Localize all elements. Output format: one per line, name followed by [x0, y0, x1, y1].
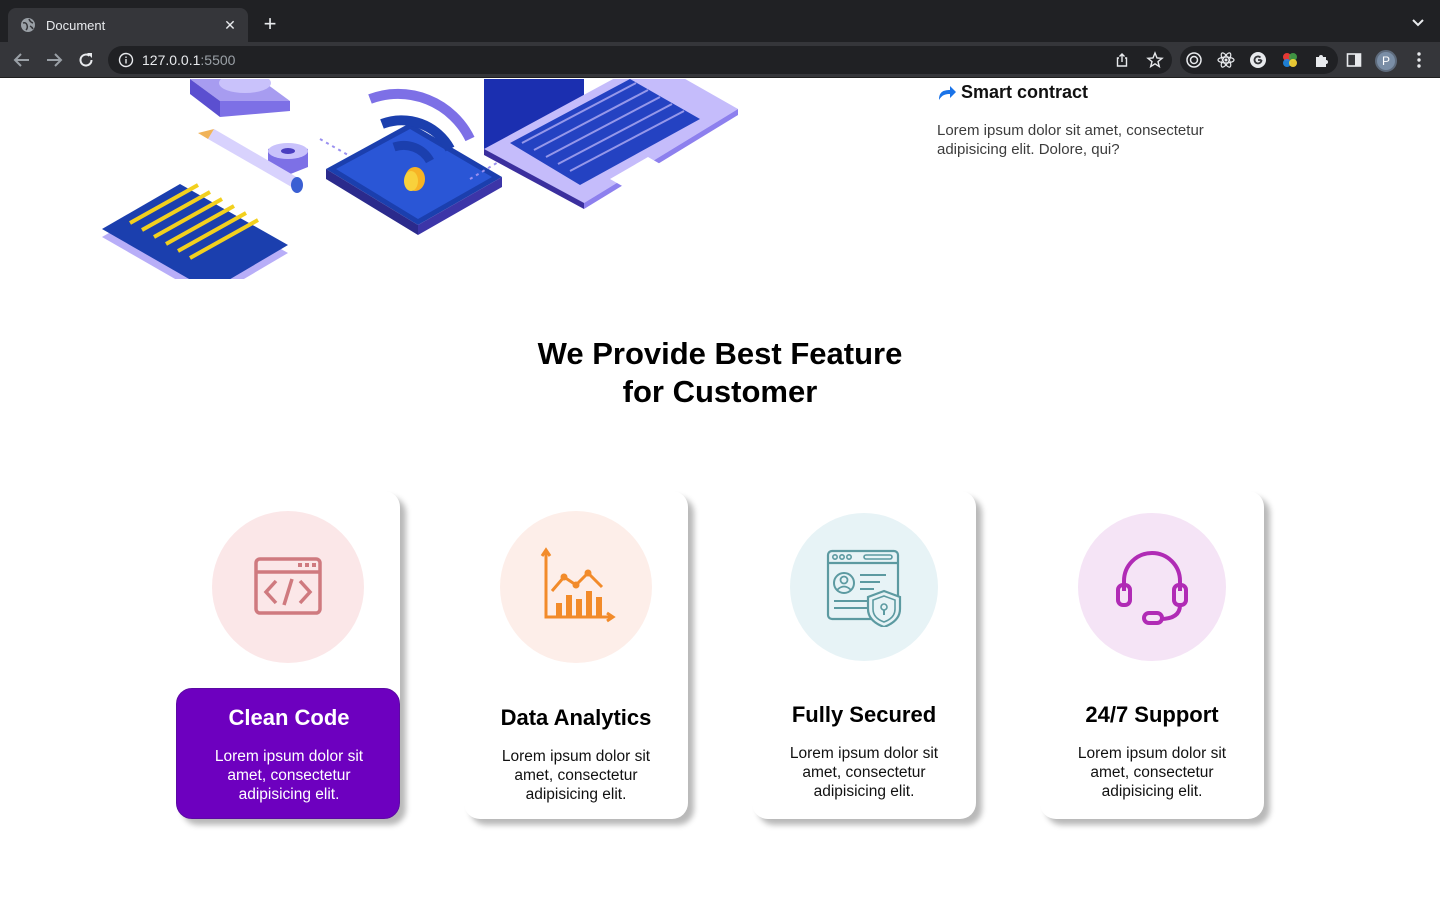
icon-circle [212, 511, 364, 663]
chevron-down-icon[interactable] [1410, 14, 1426, 30]
url-host: 127.0.0.1 [142, 52, 201, 68]
feature-card-data-analytics[interactable]: Data Analytics Lorem ipsum dolor sit ame… [464, 491, 688, 819]
url-port: :5500 [200, 52, 236, 68]
card-text: Clean Code Lorem ipsum dolor sit amet, c… [177, 705, 401, 804]
tech-workspace-illustration [102, 79, 738, 279]
more-menu-icon[interactable] [1410, 50, 1428, 70]
card-description: Lorem ipsum dolor sit amet, consectetur … [789, 745, 939, 800]
reload-icon[interactable] [76, 50, 96, 70]
browser-tab[interactable]: Document ✕ [8, 8, 248, 42]
feature-title: Smart contract [961, 82, 1089, 102]
bookmark-star-icon[interactable] [1146, 51, 1164, 69]
puzzle-extensions-icon[interactable] [1313, 51, 1331, 69]
react-devtools-icon[interactable] [1217, 51, 1235, 69]
profile-avatar[interactable]: P [1375, 50, 1397, 72]
card-text: 24/7 Support Lorem ipsum dolor sit amet,… [1040, 702, 1264, 801]
icon-circle [1078, 513, 1226, 661]
card-title: Fully Secured [791, 702, 937, 727]
analytics-chart-icon [540, 547, 616, 623]
card-title: Clean Code [228, 705, 350, 730]
feature-card-fully-secured[interactable]: Fully Secured Lorem ipsum dolor sit amet… [752, 491, 976, 819]
color-picker-icon[interactable] [1281, 51, 1299, 69]
smart-contract-feature: Smart contract Lorem ipsum dolor sit ame… [937, 82, 1257, 159]
section-title-line-1: We Provide Best Feature [537, 336, 903, 371]
card-text: Fully Secured Lorem ipsum dolor sit amet… [752, 702, 976, 801]
feature-heading: Smart contract [937, 82, 1257, 103]
card-text: Data Analytics Lorem ipsum dolor sit ame… [464, 705, 688, 804]
active-card-panel: Clean Code Lorem ipsum dolor sit amet, c… [176, 688, 400, 819]
tab-title: Document [46, 17, 106, 33]
forward-arrow-icon[interactable] [44, 50, 64, 70]
card-description: Lorem ipsum dolor sit amet, consectetur … [214, 748, 364, 803]
url-text: 127.0.0.1:5500 [142, 52, 235, 68]
feature-card-clean-code[interactable]: Clean Code Lorem ipsum dolor sit amet, c… [176, 491, 400, 819]
back-arrow-icon[interactable] [12, 50, 32, 70]
share-icon[interactable] [1114, 52, 1130, 68]
browser-tab-strip: Document ✕ + [0, 0, 1440, 42]
close-tab-icon[interactable]: ✕ [222, 17, 238, 33]
side-panel-icon[interactable] [1345, 51, 1363, 69]
phone-illustration [319, 88, 502, 235]
target-extension-icon[interactable] [1185, 51, 1203, 69]
share-arrow-icon [939, 85, 956, 100]
card-title: Data Analytics [500, 705, 652, 730]
globe-icon [20, 17, 36, 33]
card-title: 24/7 Support [1085, 702, 1219, 727]
feature-description: Lorem ipsum dolor sit amet, consectetur … [937, 122, 1204, 158]
laptop-illustration [484, 79, 738, 209]
headset-icon [1116, 551, 1188, 625]
page-viewport: Smart contract Lorem ipsum dolor sit ame… [0, 79, 1440, 900]
new-tab-button[interactable]: + [258, 13, 282, 37]
site-info-icon[interactable] [118, 52, 134, 68]
google-extension-icon[interactable] [1249, 51, 1267, 69]
section-title: We Provide Best Feature for Customer [420, 335, 1020, 411]
icon-circle [500, 511, 652, 663]
browser-toolbar: 127.0.0.1:5500 P [0, 42, 1440, 78]
feature-card-support[interactable]: 24/7 Support Lorem ipsum dolor sit amet,… [1040, 491, 1264, 819]
card-description: Lorem ipsum dolor sit amet, consectetur … [501, 748, 651, 803]
section-title-line-2: for Customer [622, 374, 818, 409]
icon-circle [790, 513, 938, 661]
card-description: Lorem ipsum dolor sit amet, consectetur … [1077, 745, 1227, 800]
code-window-icon [254, 557, 322, 615]
secured-profile-icon [826, 549, 902, 627]
address-bar[interactable]: 127.0.0.1:5500 [108, 46, 1172, 74]
